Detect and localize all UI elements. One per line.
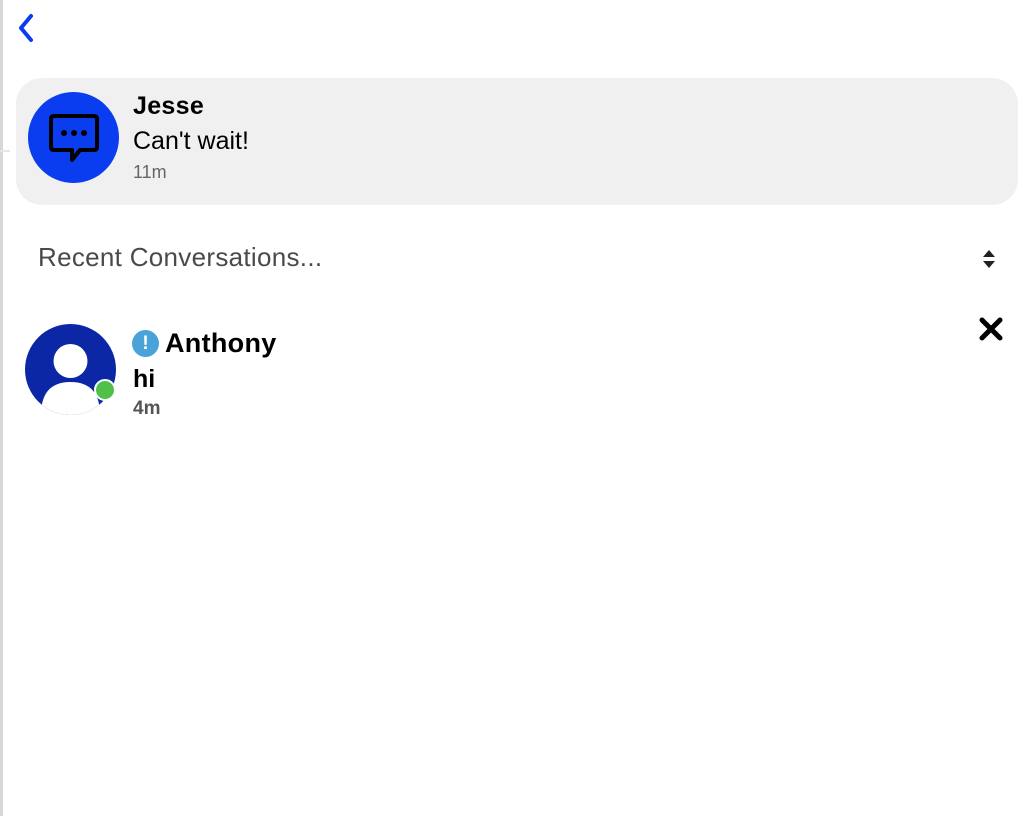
user-icon xyxy=(41,344,100,415)
close-icon xyxy=(979,317,1003,341)
conversation-timestamp: 4m xyxy=(133,398,161,419)
notification-avatar xyxy=(28,92,119,183)
left-edge-tick xyxy=(0,150,10,152)
exclamation-icon: ! xyxy=(132,330,159,357)
notification-sender-name: Jesse xyxy=(133,92,205,120)
dismiss-conversation-button[interactable] xyxy=(976,314,1006,344)
conversation-contact-name: Anthony xyxy=(165,328,277,358)
chat-bubble-icon xyxy=(48,113,99,162)
recent-conversations-header: Recent Conversations... xyxy=(38,242,323,272)
left-edge-divider xyxy=(0,0,3,816)
chevron-left-icon xyxy=(19,14,33,42)
notification-message: Can't wait! xyxy=(133,127,249,155)
notification-timestamp: 11m xyxy=(133,162,167,182)
conversation-last-message: hi xyxy=(133,365,156,393)
sort-icon xyxy=(983,250,995,268)
sort-button[interactable] xyxy=(978,246,1000,272)
back-button[interactable] xyxy=(10,8,42,48)
avatar xyxy=(25,324,116,415)
online-status-dot xyxy=(94,379,116,401)
